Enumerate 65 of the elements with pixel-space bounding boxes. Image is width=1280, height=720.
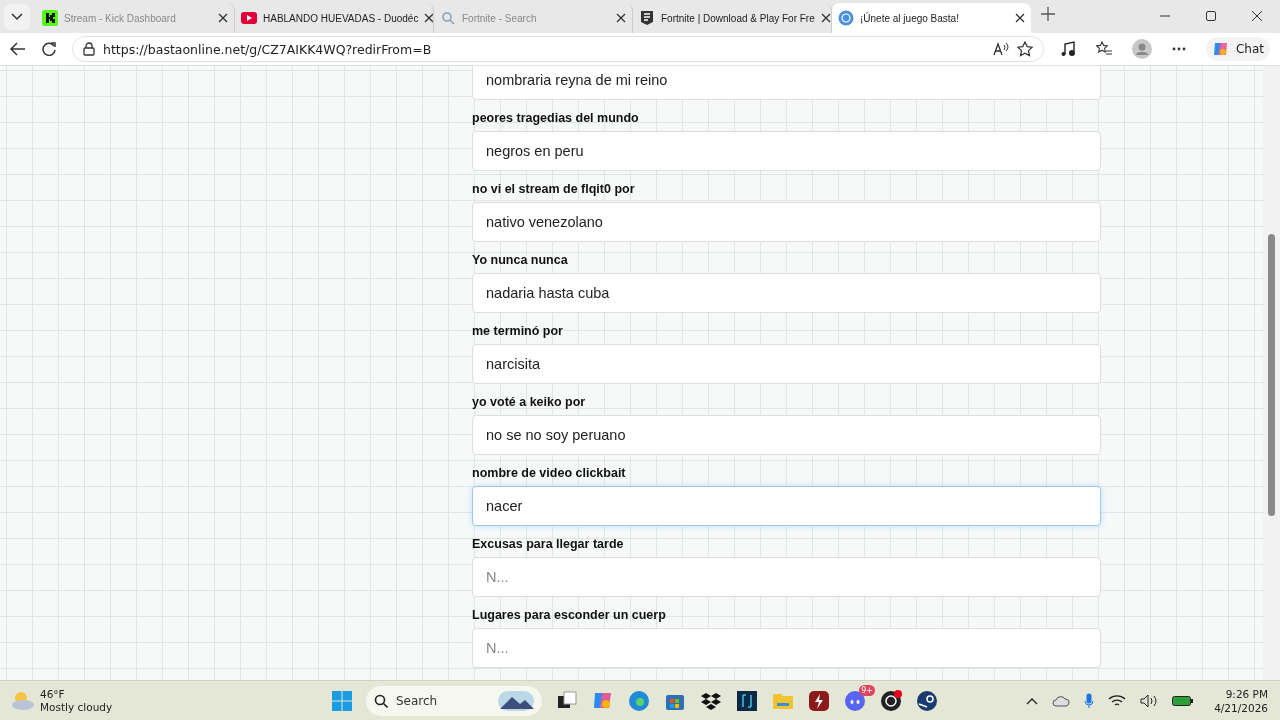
shield-icon: [639, 10, 655, 26]
back-arrow-icon[interactable]: [10, 42, 26, 56]
globe-icon: [838, 10, 854, 26]
close-icon[interactable]: [820, 13, 831, 23]
microphone-icon[interactable]: [1084, 692, 1095, 709]
profile-avatar-icon[interactable]: [1131, 39, 1152, 59]
chevron-down-icon: [11, 13, 23, 21]
mountain-icon: [498, 690, 534, 711]
temperature-text: 46°F: [40, 687, 66, 701]
input-field[interactable]: narcisita: [472, 344, 1101, 384]
address-bar[interactable]: https://bastaonline.net/g/CZ7AIKK4WQ?redirFrom=B: [72, 36, 1044, 62]
lock-icon: [83, 42, 95, 56]
field-label: Lugares para esconder un cuerp: [472, 608, 667, 623]
chevron-up-icon[interactable]: [1026, 696, 1039, 705]
cloudy-moon-icon: [12, 691, 34, 710]
music-note-icon[interactable]: [1059, 41, 1076, 57]
favorites-icon[interactable]: [1095, 41, 1112, 57]
field-label: yo voté a keiko por: [472, 395, 587, 410]
search-icon: [440, 10, 456, 26]
search-icon: [374, 693, 388, 708]
chat-button[interactable]: Chat: [1205, 37, 1270, 61]
input-field[interactable]: nativo venezolano: [472, 202, 1101, 242]
field-label: Excusas para llegar tarde: [472, 537, 625, 552]
close-icon[interactable]: [1252, 11, 1262, 21]
star-icon[interactable]: [1016, 41, 1033, 57]
browser-tab[interactable]: ¡Únete al juego Basta!: [832, 3, 1031, 33]
battery-icon[interactable]: [1172, 694, 1195, 707]
windows-start-icon[interactable]: [332, 690, 352, 711]
maximize-icon[interactable]: [1206, 11, 1216, 21]
input-field[interactable]: no se no soy peruano: [472, 415, 1101, 455]
taskbar-search[interactable]: Search: [366, 685, 542, 716]
input-field[interactable]: N...: [472, 557, 1101, 597]
close-icon[interactable]: [424, 13, 433, 23]
scrollbar[interactable]: [1263, 66, 1280, 680]
refresh-icon[interactable]: [42, 42, 56, 56]
wifi-icon[interactable]: [1108, 693, 1127, 708]
field-label: Yo nunca nunca: [472, 253, 569, 268]
play-icon: [241, 10, 257, 26]
read-aloud-icon[interactable]: [992, 42, 1009, 56]
scrollbar-thumb[interactable]: [1268, 234, 1275, 516]
input-field[interactable]: nadaria hasta cuba: [472, 273, 1101, 313]
notification-badge: 9+: [859, 684, 875, 696]
more-icon[interactable]: [1171, 47, 1186, 51]
close-icon[interactable]: [218, 13, 228, 23]
plus-icon[interactable]: [1041, 7, 1055, 21]
clock-time[interactable]: 9:26 PM: [1225, 686, 1268, 701]
field-label: no vi el stream de flqit0 por: [472, 182, 636, 197]
field-label: nombre de video clickbait: [472, 466, 627, 481]
kick-icon: [42, 10, 58, 26]
url-text: https://bastaonline.net/g/CZ7AIKK4WQ?redirFrom=B: [103, 41, 432, 57]
weather-text: Mostly cloudy: [40, 700, 113, 714]
close-icon[interactable]: [616, 13, 626, 23]
field-label: peores tragedias del mundo: [472, 111, 640, 126]
speaker-icon[interactable]: [1140, 693, 1159, 708]
clock-date[interactable]: 4/21/2026: [1214, 700, 1268, 715]
bracket-app-icon[interactable]: [736, 689, 758, 712]
cloud-icon[interactable]: [1052, 694, 1071, 707]
input-field[interactable]: nombraria reyna de mi reino: [472, 66, 1101, 100]
field-label: me terminó por: [472, 324, 564, 339]
close-icon[interactable]: [1015, 13, 1025, 23]
input-field[interactable]: nacer: [472, 486, 1101, 526]
tab-menu-button[interactable]: [4, 4, 30, 30]
input-field[interactable]: negros en peru: [472, 131, 1101, 171]
lightning-app-icon[interactable]: [808, 689, 830, 712]
input-field[interactable]: N...: [472, 628, 1101, 668]
